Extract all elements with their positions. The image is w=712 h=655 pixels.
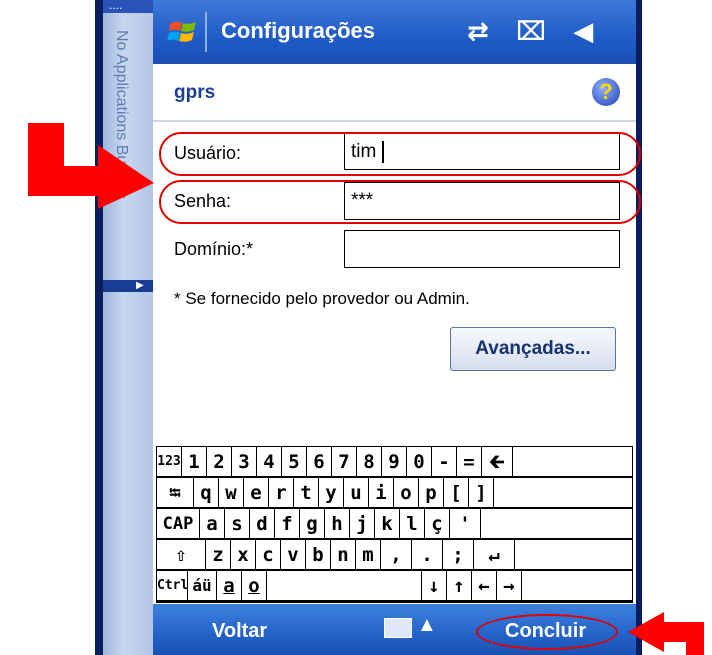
windows-start-icon[interactable] [167, 16, 199, 48]
key[interactable]: ] [469, 478, 493, 507]
key[interactable]: o [242, 571, 266, 600]
device-screen: Configurações ⇄ ⌧ ◀ gprs ? Usuário: tim … [153, 0, 641, 655]
key[interactable]: v [281, 540, 305, 569]
key[interactable]: r [269, 478, 293, 507]
keyboard-icon[interactable] [384, 618, 412, 638]
arrow-down-key[interactable]: ↓ [422, 571, 446, 600]
key[interactable]: g [300, 509, 324, 538]
key[interactable]: d [250, 509, 274, 538]
key-blank [515, 540, 632, 569]
annotation-arrow-icon [28, 123, 154, 209]
password-highlight-oval [159, 180, 641, 224]
key[interactable]: c [256, 540, 280, 569]
key[interactable]: x [231, 540, 255, 569]
key-blank [513, 447, 632, 476]
key[interactable]: 9 [382, 447, 406, 476]
key[interactable]: 0 [407, 447, 431, 476]
page-title: gprs [174, 82, 216, 103]
shift-key[interactable]: ⇧ [157, 540, 205, 569]
key[interactable]: u [344, 478, 368, 507]
key[interactable]: j [350, 509, 374, 538]
page-header: gprs [153, 64, 636, 122]
key[interactable]: ç [425, 509, 449, 538]
key[interactable]: z [206, 540, 230, 569]
key[interactable]: , [381, 540, 411, 569]
advanced-button[interactable]: Avançadas... [450, 327, 616, 371]
sidebar-bar[interactable] [103, 280, 153, 292]
key[interactable]: m [356, 540, 380, 569]
key[interactable]: 7 [332, 447, 356, 476]
key[interactable]: a [217, 571, 241, 600]
help-icon[interactable]: ? [592, 78, 620, 106]
key[interactable]: o [394, 478, 418, 507]
domain-field[interactable] [344, 230, 620, 268]
key[interactable]: i [369, 478, 393, 507]
key[interactable]: q [194, 478, 218, 507]
arrow-right-key[interactable]: → [497, 571, 521, 600]
key[interactable]: k [375, 509, 399, 538]
key-blank [522, 571, 632, 600]
sidebar-dots: .... [103, 0, 153, 13]
accent-key[interactable]: áü [188, 571, 216, 600]
titlebar: Configurações ⇄ ⌧ ◀ [153, 0, 636, 64]
key[interactable]: n [331, 540, 355, 569]
space-key[interactable] [267, 571, 421, 600]
key[interactable]: 8 [357, 447, 381, 476]
tab-key[interactable]: ⭾ [157, 478, 193, 507]
status-icons[interactable]: ⇄ ⌧ ◀ [467, 16, 603, 47]
annotation-arrow-icon [628, 612, 704, 655]
user-highlight-oval [159, 132, 641, 176]
key[interactable]: h [325, 509, 349, 538]
backspace-key[interactable]: 🡰 [482, 447, 512, 476]
concluir-highlight-oval [476, 614, 618, 650]
key-123[interactable]: 123 [157, 447, 181, 476]
key[interactable]: [ [444, 478, 468, 507]
key[interactable]: - [432, 447, 456, 476]
key[interactable]: a [200, 509, 224, 538]
key-blank [494, 478, 632, 507]
key[interactable]: = [457, 447, 481, 476]
key[interactable]: b [306, 540, 330, 569]
enter-key[interactable]: ↵ [474, 540, 514, 569]
domain-label: Domínio:* [174, 239, 254, 259]
key[interactable]: y [319, 478, 343, 507]
domain-note: * Se fornecido pelo provedor ou Admin. [174, 289, 470, 308]
input-menu-arrow-icon[interactable]: ▲ [417, 614, 437, 637]
softkey-bar: Voltar ▲ Concluir [153, 604, 636, 655]
key[interactable]: . [412, 540, 442, 569]
caps-key[interactable]: CAP [157, 509, 199, 538]
soft-keyboard: 123 1 2 3 4 5 6 7 8 9 0 - = 🡰 ⭾ q w e r … [156, 446, 633, 603]
ctrl-key[interactable]: Ctrl [157, 571, 187, 600]
window-edge-right [636, 0, 642, 655]
key[interactable]: 2 [207, 447, 231, 476]
key-blank [481, 509, 632, 538]
key[interactable]: w [219, 478, 243, 507]
key[interactable]: 5 [282, 447, 306, 476]
title-separator [205, 12, 207, 52]
key[interactable]: 1 [182, 447, 206, 476]
sidebar-arrow-icon[interactable]: ▶ [136, 280, 144, 291]
window-edge-left [95, 0, 103, 655]
key[interactable]: 4 [257, 447, 281, 476]
key[interactable]: l [400, 509, 424, 538]
key[interactable]: 6 [307, 447, 331, 476]
window-title: Configurações [221, 18, 376, 43]
key[interactable]: f [275, 509, 299, 538]
key[interactable]: 3 [232, 447, 256, 476]
key[interactable]: t [294, 478, 318, 507]
arrow-left-key[interactable]: ← [472, 571, 496, 600]
key[interactable]: ' [450, 509, 480, 538]
key[interactable]: s [225, 509, 249, 538]
key[interactable]: ; [443, 540, 473, 569]
key[interactable]: e [244, 478, 268, 507]
key[interactable]: p [419, 478, 443, 507]
voltar-softkey[interactable]: Voltar [212, 620, 267, 643]
arrow-up-key[interactable]: ↑ [447, 571, 471, 600]
